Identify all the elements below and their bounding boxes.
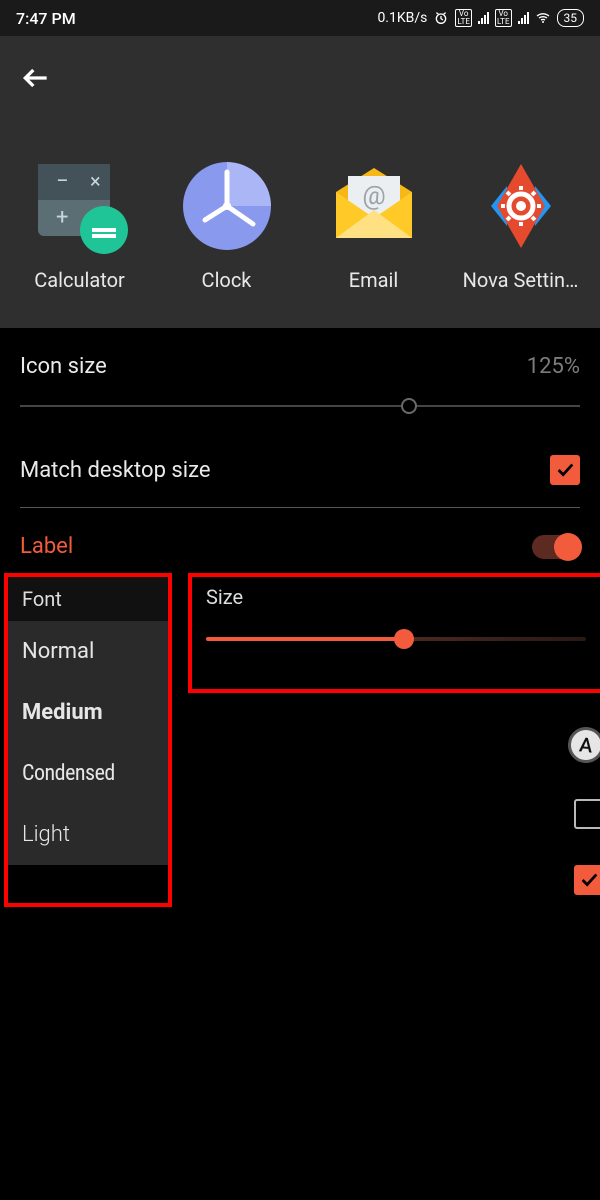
size-panel: Size xyxy=(188,573,600,693)
size-slider[interactable] xyxy=(206,637,586,641)
label-section-title: Label xyxy=(20,534,73,559)
status-bar: 7:47 PM 0.1KB/s VoLTE VoLTE 35 xyxy=(0,0,600,36)
font-option-light[interactable]: Light xyxy=(8,804,168,865)
option-checkbox-2[interactable] xyxy=(574,865,600,895)
match-desktop-label: Match desktop size xyxy=(20,458,211,483)
icon-size-row[interactable]: Icon size 125% xyxy=(20,328,580,405)
nova-settings-icon xyxy=(473,158,569,254)
alarm-icon xyxy=(433,10,449,26)
svg-text:×: × xyxy=(90,169,101,193)
app-clock[interactable]: Clock xyxy=(157,158,297,292)
toggle-knob xyxy=(554,533,582,561)
label-toggle[interactable] xyxy=(532,535,580,559)
calculator-icon: − × + xyxy=(32,158,128,254)
net-speed: 0.1KB/s xyxy=(377,10,427,26)
color-row[interactable]: A xyxy=(188,709,600,781)
email-icon: @ xyxy=(326,158,422,254)
label-section-header[interactable]: Label xyxy=(20,508,580,577)
app-calculator[interactable]: − × + Calculator xyxy=(10,158,150,292)
clock-icon xyxy=(179,158,275,254)
icon-size-value: 125% xyxy=(527,354,580,379)
match-desktop-checkbox[interactable] xyxy=(550,455,580,485)
preview-panel: − × + Calculator xyxy=(0,36,600,328)
app-label: Nova Settin… xyxy=(463,268,579,292)
font-dropdown[interactable]: Font Normal Medium Condensed Light xyxy=(8,577,168,865)
size-slider-thumb[interactable] xyxy=(394,629,414,649)
option-row-1[interactable] xyxy=(188,781,600,847)
icon-size-slider[interactable] xyxy=(20,405,580,407)
status-icons: 0.1KB/s VoLTE VoLTE 35 xyxy=(377,9,584,27)
app-label: Calculator xyxy=(34,268,125,292)
app-label: Clock xyxy=(202,268,252,292)
font-header: Font xyxy=(8,577,168,621)
color-badge[interactable]: A xyxy=(566,725,600,765)
size-header: Size xyxy=(206,585,586,609)
back-icon[interactable] xyxy=(20,79,52,98)
app-email[interactable]: @ Email xyxy=(304,158,444,292)
signal-icon-1 xyxy=(478,12,489,24)
option-row-2[interactable] xyxy=(188,847,600,913)
svg-text:−: − xyxy=(56,169,69,194)
font-option-condensed[interactable]: Condensed xyxy=(8,743,168,804)
battery-icon: 35 xyxy=(557,9,585,27)
app-nova-settings[interactable]: Nova Settin… xyxy=(451,158,591,292)
font-option-medium[interactable]: Medium xyxy=(8,682,168,743)
volte-icon-1: VoLTE xyxy=(455,9,472,27)
option-checkbox-1[interactable] xyxy=(574,799,600,829)
signal-icon-2 xyxy=(518,12,529,24)
app-label: Email xyxy=(349,268,399,292)
wifi-icon xyxy=(535,10,551,26)
font-option-normal[interactable]: Normal xyxy=(8,621,168,682)
match-desktop-row[interactable]: Match desktop size xyxy=(20,417,580,511)
icon-size-label: Icon size xyxy=(20,354,107,379)
volte-icon-2: VoLTE xyxy=(495,9,512,27)
icon-size-slider-thumb[interactable] xyxy=(401,398,417,414)
svg-text:+: + xyxy=(56,205,68,230)
status-time: 7:47 PM xyxy=(16,9,76,28)
svg-text:@: @ xyxy=(362,181,385,211)
